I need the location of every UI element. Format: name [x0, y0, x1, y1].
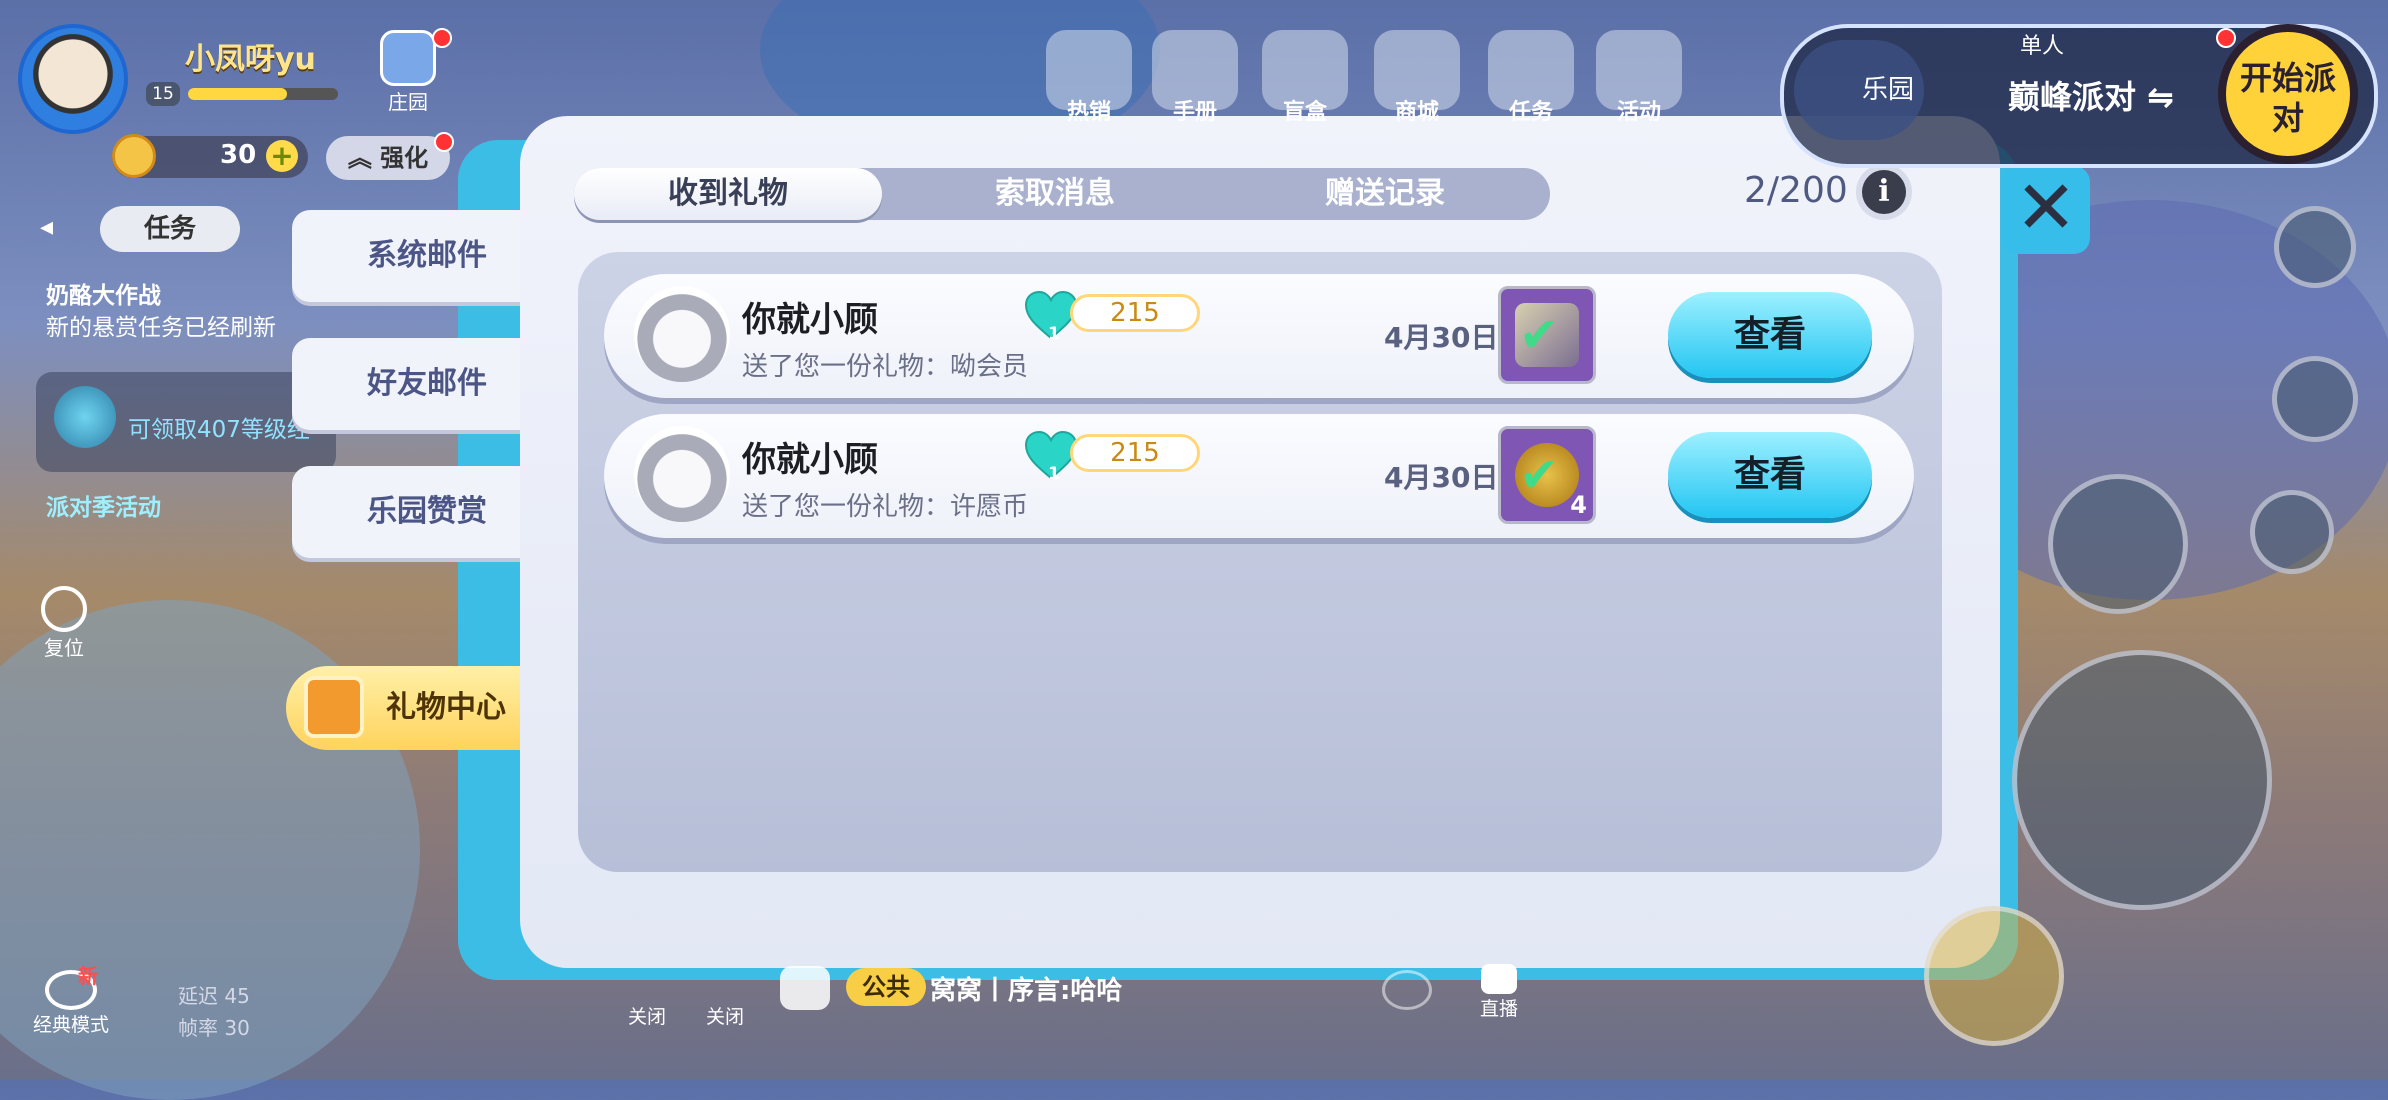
player-xp-bar [188, 88, 338, 100]
player-level-badge: 15 [146, 82, 180, 106]
party-notification-dot [2216, 28, 2236, 48]
tab-system-mail-label: 系统邮件 [367, 238, 487, 273]
reset-button[interactable]: 复位 [34, 586, 94, 661]
house-icon [380, 30, 436, 86]
park-button[interactable]: 乐园 [1794, 40, 1924, 140]
gift-item-slot[interactable]: ✔ [1498, 286, 1596, 384]
home-label: 庄园 [388, 90, 428, 114]
party-name-selector[interactable]: 巅峰派对 ⇋ [2008, 72, 2174, 118]
chevron-up-icon: ︽ [347, 144, 372, 172]
sender-avatar[interactable] [634, 426, 730, 522]
player-avatar[interactable] [18, 24, 128, 134]
start-party-button[interactable]: 开始派对 [2218, 24, 2358, 164]
upgrade-label: 强化 [380, 144, 429, 172]
friendship-value: 215 [1070, 434, 1200, 472]
task-title-cheese[interactable]: 奶酪大作战 [46, 276, 161, 310]
view-button[interactable]: 查看 [1668, 432, 1872, 518]
channel-badge[interactable]: 公共 [846, 968, 926, 1006]
mute-voice-label[interactable]: 关闭 [628, 1002, 666, 1029]
view-button[interactable]: 查看 [1668, 292, 1872, 378]
coin-value: 30 [220, 140, 257, 170]
heart-count: 1 [1048, 324, 1060, 344]
potion-icon [54, 386, 116, 448]
gift-count: 2/200 [1744, 170, 1848, 211]
task-label: 任务 [1508, 100, 1553, 125]
latency-readout: 延迟 45 [178, 984, 250, 1008]
jump-button[interactable] [2012, 650, 2272, 910]
info-button[interactable]: i [1856, 164, 1912, 220]
tab-received-gifts[interactable]: 收到礼物 [574, 168, 882, 220]
item-quantity: 4 [1570, 491, 1587, 519]
chat-icon[interactable] [780, 966, 830, 1010]
player-name: 小凤呀yu [185, 42, 316, 77]
party-name-label: 巅峰派对 [2008, 78, 2137, 116]
speech-bubble-icon[interactable] [1382, 970, 1432, 1010]
sender-name: 你就小顾 [742, 300, 878, 340]
live-label: 直播 [1479, 998, 1518, 1020]
upgrade-button[interactable]: ︽ 强化 [326, 136, 450, 180]
sender-avatar[interactable] [634, 286, 730, 382]
blind-box-label: 盲盒 [1282, 100, 1327, 125]
gift-item-slot[interactable]: ✔ 4 [1498, 426, 1596, 524]
tab-request-messages[interactable]: 索取消息 [900, 168, 1210, 220]
framerate-readout: 帧率 30 [178, 1016, 250, 1040]
new-badge: 新 [78, 964, 98, 988]
add-coin-button[interactable]: + [266, 140, 298, 172]
classic-mode-button[interactable]: 经典模式 [26, 970, 116, 1037]
event-label: 活动 [1616, 100, 1661, 125]
start-party-label: 开始派对 [2239, 59, 2336, 137]
task-collapse-icon[interactable]: ◂ [40, 212, 78, 248]
task-desc-cheese: 新的悬赏任务已经刷新 [46, 315, 276, 341]
reset-label: 复位 [44, 636, 84, 660]
live-button[interactable]: 直播 [1474, 964, 1524, 1024]
sender-name: 你就小顾 [742, 440, 878, 480]
shop-label: 商城 [1394, 100, 1439, 125]
mute-chat-label[interactable]: 关闭 [706, 1002, 744, 1029]
tab-park-appreciation-label: 乐园赞赏 [367, 494, 487, 529]
gift-description: 送了您一份礼物：许愿币 [742, 492, 1029, 522]
special-action-button[interactable] [1924, 906, 2064, 1046]
close-button[interactable]: ✕ [2002, 166, 2090, 254]
play-icon [1481, 964, 1517, 994]
gift-date: 4月30日 [1384, 461, 1499, 494]
handbook-label: 手册 [1172, 100, 1217, 125]
home-notification-dot [432, 28, 452, 48]
info-icon: i [1862, 170, 1906, 214]
gift-description: 送了您一份礼物：呦会员 [742, 352, 1029, 382]
swap-icon: ⇋ [2147, 78, 2174, 116]
park-label: 乐园 [1861, 75, 1914, 105]
upgrade-notification-dot [434, 132, 454, 152]
emote-button[interactable] [2048, 474, 2188, 614]
hot-sale-label: 热销 [1066, 100, 1111, 125]
dice-button[interactable] [2274, 206, 2356, 288]
tab-friend-mail[interactable]: 好友邮件 [292, 338, 522, 430]
gift-date: 4月30日 [1384, 321, 1499, 354]
gift-row: 你就小顾 送了您一份礼物：呦会员 1 215 4月30日 ✔ 查看 [604, 274, 1914, 398]
gift-row: 你就小顾 送了您一份礼物：许愿币 1 215 4月30日 ✔ 4 查看 [604, 414, 1914, 538]
task-title-party-season[interactable]: 派对季活动 [46, 488, 161, 522]
tab-system-mail[interactable]: 系统邮件 [292, 210, 522, 302]
friendship-value: 215 [1070, 294, 1200, 332]
chat-message[interactable]: 窝窝丨序言:哈哈 [930, 970, 1122, 1007]
level-reward-text: 可领取407等级经 [128, 417, 310, 443]
gift-icon [304, 676, 364, 738]
refresh-icon [41, 586, 87, 632]
boat-button[interactable] [2272, 356, 2358, 442]
glasses-emote-button[interactable] [2250, 490, 2334, 574]
classic-mode-label: 经典模式 [32, 1014, 109, 1036]
coin-icon [112, 134, 156, 178]
close-icon: ✕ [2014, 165, 2077, 251]
claimed-check-icon: ✔ [1519, 447, 1560, 503]
party-mode: 单人 [2020, 34, 2065, 59]
tab-tasks[interactable]: 任务 [100, 206, 240, 252]
tab-park-appreciation[interactable]: 乐园赞赏 [292, 466, 522, 558]
heart-count: 1 [1048, 464, 1060, 484]
tab-friend-mail-label: 好友邮件 [367, 366, 487, 401]
tab-send-history[interactable]: 赠送记录 [1230, 168, 1540, 220]
claimed-check-icon: ✔ [1519, 307, 1560, 363]
